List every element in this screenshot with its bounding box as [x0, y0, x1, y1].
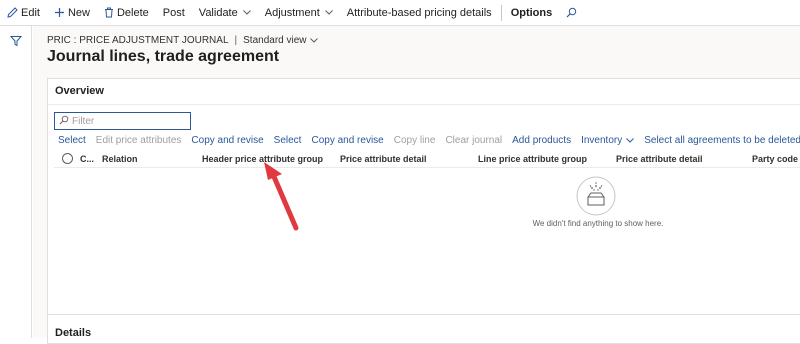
column-header-price-attribute-detail-2[interactable]: Price attribute detail [616, 154, 703, 164]
breadcrumb-journal: PRIC : PRICE ADJUSTMENT JOURNAL [47, 35, 229, 46]
filter-input[interactable] [72, 115, 182, 127]
column-header-price-attribute-detail[interactable]: Price attribute detail [340, 154, 427, 164]
new-button[interactable]: New [47, 0, 97, 26]
column-header-line-price-attribute-group[interactable]: Line price attribute group [478, 154, 587, 164]
edit-price-attributes-button[interactable]: Edit price attributes [96, 135, 182, 146]
filter-box[interactable] [54, 112, 191, 130]
edit-icon [7, 7, 18, 18]
adjustment-label: Adjustment [264, 6, 320, 19]
select-all-agreements-button[interactable]: Select all agreements to be deleted [644, 135, 800, 146]
chevron-down-icon [324, 8, 333, 17]
annotation-arrow [264, 162, 299, 231]
inventory-menu[interactable]: Inventory [581, 135, 635, 146]
column-header-relation[interactable]: Relation [102, 154, 138, 164]
inventory-label: Inventory [581, 135, 623, 146]
chevron-down-icon [309, 35, 318, 46]
details-title: Details [55, 327, 92, 339]
edit-button[interactable]: Edit [0, 0, 47, 26]
validate-menu[interactable]: Validate [192, 0, 258, 26]
overview-title: Overview [55, 85, 104, 97]
page-title: Journal lines, trade agreement [47, 48, 280, 65]
copy-and-revise-button-2[interactable]: Copy and revise [311, 135, 383, 146]
post-button[interactable]: Post [156, 0, 192, 26]
select-button[interactable]: Select [58, 135, 86, 146]
toolbar-divider [500, 4, 502, 21]
select-all-radio[interactable] [62, 153, 73, 164]
add-products-button[interactable]: Add products [512, 135, 571, 146]
add-icon [54, 7, 65, 18]
search-button[interactable] [559, 0, 584, 26]
main-content: PRIC : PRICE ADJUSTMENT JOURNAL | Standa… [33, 26, 800, 344]
edit-label: Edit [21, 6, 40, 19]
column-header-c[interactable]: C... [80, 154, 94, 164]
copy-line-button[interactable]: Copy line [394, 135, 436, 146]
delete-button[interactable]: Delete [97, 0, 156, 26]
overview-header[interactable]: Overview [48, 79, 800, 105]
post-label: Post [162, 6, 185, 19]
chevron-down-icon [626, 138, 635, 143]
column-header-party-code-type[interactable]: Party code type [752, 154, 800, 164]
delete-icon [104, 7, 114, 18]
action-pane: Edit New Delete Post Validate Adjustment… [0, 0, 800, 26]
copy-and-revise-button[interactable]: Copy and revise [191, 135, 263, 146]
search-icon [566, 7, 577, 18]
view-selector-label: Standard view [243, 35, 307, 46]
new-label: New [67, 6, 90, 19]
adjustment-menu[interactable]: Adjustment [258, 0, 340, 26]
options-tab[interactable]: Options [504, 0, 560, 26]
search-icon [59, 112, 69, 130]
overview-section: Overview Select Edit price attributes Co… [47, 78, 800, 328]
validate-label: Validate [198, 6, 238, 19]
details-section[interactable]: Details [47, 314, 800, 344]
empty-state-message: We didn't find anything to show here. [532, 219, 664, 228]
delete-label: Delete [116, 6, 149, 19]
left-rail [0, 26, 32, 338]
empty-state-icon [576, 176, 616, 216]
clear-journal-button[interactable]: Clear journal [445, 135, 502, 146]
breadcrumb-separator: | [234, 35, 238, 46]
attribute-pricing-label: Attribute-based pricing details [346, 6, 492, 19]
options-label: Options [510, 6, 553, 19]
grid-header: C... Relation Header price attribute gro… [54, 150, 800, 168]
view-selector[interactable]: Standard view [243, 35, 318, 46]
breadcrumb: PRIC : PRICE ADJUSTMENT JOURNAL | Standa… [47, 35, 318, 46]
attribute-pricing-button[interactable]: Attribute-based pricing details [340, 0, 499, 26]
chevron-down-icon [242, 8, 251, 17]
grid-action-bar: Select Edit price attributes Copy and re… [58, 135, 800, 146]
filter-icon[interactable] [9, 34, 23, 52]
select-button-2[interactable]: Select [274, 135, 302, 146]
